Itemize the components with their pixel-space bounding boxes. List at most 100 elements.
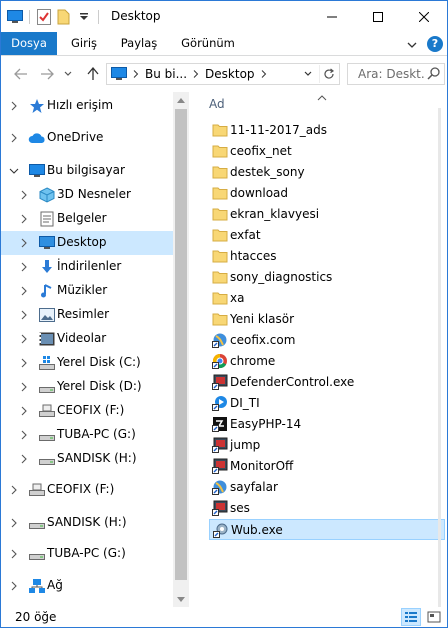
sidebar-item-label: TUBA-PC (G:)	[47, 546, 126, 560]
tab-dosya[interactable]: Dosya	[1, 32, 57, 55]
sidebar-item-videolar[interactable]: Videolar	[1, 327, 173, 351]
sidebar-item-ceofix-f[interactable]: CEOFIX (F:)	[1, 399, 173, 423]
file-row[interactable]: jump	[209, 435, 445, 456]
chevron-right-icon[interactable]	[9, 581, 19, 591]
sidebar-item-ceofix-f[interactable]: CEOFIX (F:)	[1, 478, 173, 502]
drive-icon	[38, 426, 56, 444]
breadcrumb-item[interactable]: Bu bi...	[145, 67, 187, 81]
sidebar-item-label: İndirilenler	[57, 259, 122, 273]
file-row[interactable]: download	[209, 183, 445, 204]
window-app-icon[interactable]	[5, 7, 25, 27]
chevron-right-icon[interactable]	[9, 518, 19, 528]
large-icons-view-button[interactable]	[424, 608, 444, 626]
sidebar-item-belgeler[interactable]: Belgeler	[1, 207, 173, 231]
scroll-down-icon[interactable]	[173, 591, 189, 607]
chevron-right-icon[interactable]	[19, 382, 29, 392]
chevron-down-icon[interactable]	[9, 166, 19, 176]
tab-gorunum[interactable]: Görünüm	[173, 32, 243, 55]
customize-dropdown-icon[interactable]	[74, 7, 94, 27]
search-input[interactable]	[348, 64, 426, 84]
chevron-right-icon[interactable]	[19, 190, 29, 200]
file-row[interactable]: sayfalar	[209, 477, 445, 498]
sidebar-item-sandisk-h[interactable]: SANDISK (H:)	[1, 447, 173, 471]
file-row[interactable]: DefenderControl.exe	[209, 372, 445, 393]
file-row[interactable]: sony_diagnostics	[209, 267, 445, 288]
close-button[interactable]	[401, 1, 447, 32]
file-row[interactable]: destek_sony	[209, 162, 445, 183]
sidebar-item-3d-nesneler[interactable]: 3D Nesneler	[1, 183, 173, 207]
sidebar-item-desktop[interactable]: Desktop	[1, 231, 173, 255]
column-header-name[interactable]: Ad	[209, 97, 225, 111]
folder-icon	[212, 164, 228, 180]
sidebar-item-tuba-pc-g[interactable]: TUBA-PC (G:)	[1, 542, 173, 566]
chevron-right-icon[interactable]	[19, 286, 29, 296]
sidebar-item-label: Yerel Disk (C:)	[57, 355, 141, 369]
explorer-window: Desktop Dosya Giriş Paylaş Görünüm ? Bu …	[0, 0, 448, 628]
chevron-right-icon[interactable]	[9, 101, 19, 111]
up-button[interactable]	[83, 64, 103, 84]
sidebar-item-m-zikler[interactable]: Müzikler	[1, 279, 173, 303]
sidebar-item-label: Yerel Disk (D:)	[57, 379, 142, 393]
sidebar-item-bu-bilgisayar[interactable]: Bu bilgisayar	[1, 159, 173, 183]
tab-paylas[interactable]: Paylaş	[112, 32, 166, 55]
refresh-icon[interactable]	[319, 65, 337, 83]
properties-icon[interactable]	[34, 7, 54, 27]
address-dropdown-icon[interactable]	[301, 66, 315, 82]
file-row[interactable]: 11-11-2017_ads	[209, 120, 445, 141]
chevron-right-icon[interactable]	[19, 310, 29, 320]
scroll-up-icon[interactable]	[173, 92, 189, 108]
breadcrumb-item[interactable]: Desktop	[205, 67, 255, 81]
chevron-right-icon[interactable]	[19, 454, 29, 464]
file-row[interactable]: MonitorOff	[209, 456, 445, 477]
sidebar-item-yerel-disk-d[interactable]: Yerel Disk (D:)	[1, 375, 173, 399]
file-row[interactable]: DI_TI	[209, 393, 445, 414]
file-row[interactable]: exfat	[209, 225, 445, 246]
details-view-button[interactable]	[401, 608, 421, 626]
file-row[interactable]: ses	[209, 498, 445, 519]
sidebar-item-sandisk-h[interactable]: SANDISK (H:)	[1, 511, 173, 535]
maximize-button[interactable]	[355, 1, 401, 32]
file-row[interactable]: EasyPHP-14	[209, 414, 445, 435]
sidebar-item-label: Belgeler	[57, 211, 107, 225]
sidebar-item-onedrive[interactable]: OneDrive	[1, 126, 173, 150]
chevron-right-icon[interactable]	[19, 238, 29, 248]
file-row[interactable]: ekran_klavyesi	[209, 204, 445, 225]
shortcut-icon	[212, 479, 228, 495]
sidebar-item-tuba-pc-g[interactable]: TUBA-PC (G:)	[1, 423, 173, 447]
search-icon[interactable]	[427, 66, 441, 83]
nav-scrollbar-thumb[interactable]	[175, 109, 187, 580]
sidebar-item-i-ndirilenler[interactable]: İndirilenler	[1, 255, 173, 279]
file-row[interactable]: Wub.exe	[209, 519, 445, 540]
chevron-right-icon[interactable]	[19, 334, 29, 344]
sidebar-item-a[interactable]: Ağ	[1, 574, 173, 598]
chevron-right-icon[interactable]	[9, 133, 19, 143]
chevron-right-icon[interactable]	[19, 406, 29, 416]
nav-scrollbar[interactable]	[173, 92, 189, 607]
chevron-right-icon[interactable]	[19, 214, 29, 224]
tab-giris[interactable]: Giriş	[61, 32, 107, 55]
recent-locations-icon[interactable]	[61, 64, 75, 84]
back-button[interactable]	[11, 64, 31, 84]
chevron-right-icon[interactable]	[19, 430, 29, 440]
sidebar-item-h-zl-eri-im[interactable]: Hızlı erişim	[1, 94, 173, 118]
address-bar[interactable]: Bu bi... Desktop	[106, 63, 340, 85]
chevron-right-icon[interactable]	[9, 549, 19, 559]
help-icon[interactable]: ?	[427, 36, 443, 52]
forward-button[interactable]	[37, 64, 57, 84]
file-row[interactable]: ceofix.com	[209, 330, 445, 351]
minimize-button[interactable]	[309, 1, 355, 32]
chevron-right-icon[interactable]	[19, 358, 29, 368]
sidebar-item-resimler[interactable]: Resimler	[1, 303, 173, 327]
file-row[interactable]: ceofix_net	[209, 141, 445, 162]
new-folder-icon[interactable]	[54, 7, 74, 27]
file-row[interactable]: htacces	[209, 246, 445, 267]
expand-ribbon-icon[interactable]	[407, 38, 417, 52]
chevron-right-icon[interactable]	[19, 262, 29, 272]
file-row[interactable]: chrome	[209, 351, 445, 372]
file-list-scrollbar[interactable]	[438, 108, 441, 607]
sidebar-item-yerel-disk-c[interactable]: Yerel Disk (C:)	[1, 351, 173, 375]
file-row[interactable]: Yeni klasör	[209, 309, 445, 330]
chevron-right-icon[interactable]	[9, 485, 19, 495]
file-row[interactable]: xa	[209, 288, 445, 309]
file-name: jump	[230, 438, 261, 452]
